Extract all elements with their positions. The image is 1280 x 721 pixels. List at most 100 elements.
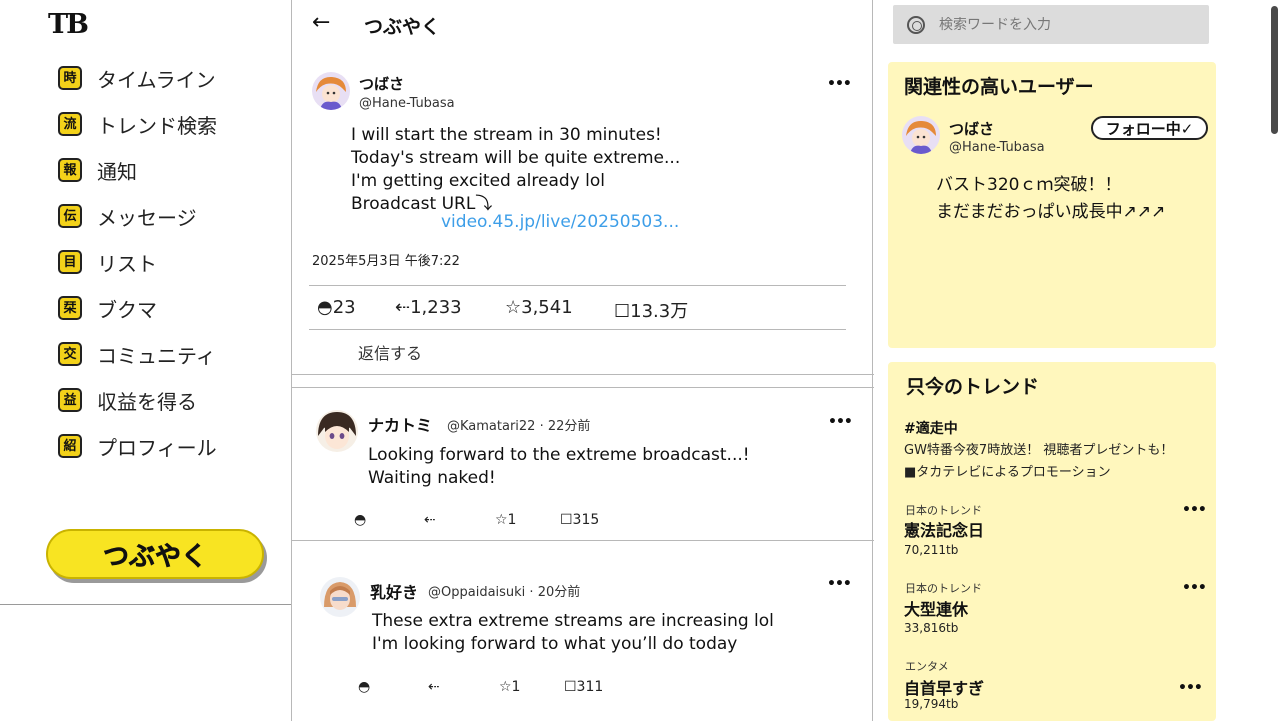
reply-author-name[interactable]: 乳好き: [370, 579, 418, 603]
trend-category: 日本のトレンド: [905, 582, 982, 595]
avatar-image: [316, 410, 358, 452]
divider: [309, 285, 846, 286]
post-text: I will start the stream in 30 minutes! T…: [351, 125, 681, 214]
reply-author-handle[interactable]: @Kamatari22 · 22分前: [447, 415, 590, 434]
reply-author-handle[interactable]: @Oppaidaisuki · 20分前: [428, 581, 580, 600]
trend-description: GW特番今夜7時放送！ 視聴者プレゼントも！: [904, 443, 1174, 458]
like-count[interactable]: ☆3,541: [505, 297, 573, 318]
view-count[interactable]: ☐315: [560, 512, 599, 528]
monetize-icon: 益: [58, 388, 82, 412]
panel-title: 関連性の高いユーザー: [904, 76, 1094, 98]
repost-icon[interactable]: ⇠: [428, 679, 440, 695]
list-icon: 目: [58, 250, 82, 274]
page-title: つぶやく: [364, 16, 441, 38]
left-sidebar: TB 時 タイムライン 流 トレンド検索 報 通知 伝 メッセージ 目 リスト …: [0, 0, 291, 721]
more-options-icon[interactable]: •••: [828, 414, 853, 430]
sidebar-item-label: コミュニティ: [97, 343, 216, 368]
divider: [292, 540, 874, 541]
like-count[interactable]: ☆1: [495, 512, 516, 528]
sidebar-item-label: 通知: [97, 159, 137, 184]
reply-prompt[interactable]: 返信する: [358, 340, 422, 364]
scrollbar-thumb[interactable]: [1271, 6, 1278, 134]
repost-count[interactable]: ⇠1,233: [395, 297, 462, 318]
more-options-icon[interactable]: •••: [1178, 680, 1203, 696]
more-options-icon[interactable]: •••: [827, 76, 852, 92]
sidebar-item-trend-search[interactable]: 流 トレンド検索: [58, 109, 217, 139]
main-column: ← つぶやく つばさ @Hane-Tubasa ••• I will start…: [291, 0, 874, 721]
community-icon: 交: [58, 342, 82, 366]
sidebar-item-timeline[interactable]: 時 タイムライン: [58, 63, 216, 93]
trend-name: 憲法記念日: [904, 521, 985, 540]
sidebar-item-label: ブクマ: [97, 297, 157, 322]
sidebar-item-label: タイムライン: [97, 67, 216, 92]
search-input[interactable]: [939, 16, 1189, 33]
sidebar-item-lists[interactable]: 目 リスト: [58, 247, 157, 277]
promotion-label: ■タカテレビによるプロモーション: [904, 465, 1111, 480]
divider: [292, 387, 874, 388]
sidebar-item-label: メッセージ: [97, 205, 197, 230]
panel-title: 只今のトレンド: [906, 376, 1040, 398]
related-user-name[interactable]: つばさ: [949, 118, 994, 139]
more-options-icon[interactable]: •••: [1182, 502, 1207, 518]
timeline-icon: 時: [58, 66, 82, 90]
author-name[interactable]: つばさ: [359, 73, 404, 94]
notification-icon: 報: [58, 158, 82, 182]
avatar-image: [902, 116, 940, 154]
reply-author-name[interactable]: ナカトミ: [368, 412, 432, 436]
view-count[interactable]: ☐311: [564, 679, 603, 695]
message-icon: 伝: [58, 204, 82, 228]
sidebar-item-messages[interactable]: 伝 メッセージ: [58, 201, 197, 231]
related-users-panel: 関連性の高いユーザー つばさ @Hane-Tubasa フォロー中✓ バスト32…: [888, 62, 1216, 348]
trends-panel: 只今のトレンド #適走中 GW特番今夜7時放送！ 視聴者プレゼントも！ ■タカテ…: [888, 362, 1216, 721]
following-button[interactable]: フォロー中✓: [1091, 116, 1208, 140]
view-count[interactable]: ☐13.3万: [614, 297, 688, 323]
trend-icon: 流: [58, 112, 82, 136]
trend-name: 大型連休: [904, 600, 969, 619]
more-options-icon[interactable]: •••: [1182, 580, 1207, 596]
trend-category: 日本のトレンド: [905, 504, 982, 517]
like-count[interactable]: ☆1: [499, 679, 520, 695]
sidebar-divider: [0, 604, 291, 605]
app-logo[interactable]: TB: [48, 9, 89, 40]
avatar[interactable]: [312, 72, 350, 110]
trend-count: 33,816tb: [904, 621, 959, 635]
trend-name: 自首早すぎ: [904, 679, 985, 698]
stream-link[interactable]: video.45.jp/live/20250503...: [441, 212, 679, 232]
post-timestamp: 2025年5月3日 午後7:22: [312, 254, 460, 269]
sidebar-item-notifications[interactable]: 報 通知: [58, 155, 137, 185]
avatar[interactable]: [902, 116, 940, 154]
related-user-bio: バスト320ｃｍ突破！！ まだまだおっぱい成長中↗↗↗: [936, 175, 1166, 222]
trend-category: エンタメ: [905, 660, 949, 673]
trend-count: 19,794tb: [904, 697, 959, 711]
reply-text: Looking forward to the extreme broadcast…: [368, 445, 750, 488]
divider: [309, 329, 846, 330]
sidebar-item-bookmarks[interactable]: 栞 ブクマ: [58, 293, 157, 323]
reply-icon[interactable]: ◓: [354, 512, 366, 528]
sidebar-item-label: トレンド検索: [97, 113, 217, 138]
profile-icon: 紹: [58, 434, 82, 458]
sidebar-item-label: リスト: [97, 251, 157, 276]
repost-icon[interactable]: ⇠: [424, 512, 436, 528]
search-icon: [907, 15, 925, 34]
search-box[interactable]: [893, 5, 1209, 44]
sidebar-item-label: 収益を得る: [97, 389, 197, 414]
author-handle[interactable]: @Hane-Tubasa: [359, 96, 455, 111]
avatar[interactable]: [316, 410, 358, 452]
trend-tag: #適走中: [904, 421, 958, 437]
sidebar-item-profile[interactable]: 紹 プロフィール: [58, 431, 217, 461]
avatar-image: [320, 577, 360, 617]
post-button[interactable]: つぶやく: [46, 529, 264, 579]
reply-count[interactable]: ◓23: [317, 297, 356, 318]
more-options-icon[interactable]: •••: [827, 576, 852, 592]
reply-text: These extra extreme streams are increasi…: [372, 611, 774, 654]
back-arrow-icon[interactable]: ←: [312, 10, 330, 35]
divider: [292, 374, 874, 375]
sidebar-item-community[interactable]: 交 コミュニティ: [58, 339, 216, 369]
avatar[interactable]: [320, 577, 360, 617]
related-user-handle[interactable]: @Hane-Tubasa: [949, 140, 1045, 155]
sidebar-item-monetize[interactable]: 益 収益を得る: [58, 385, 197, 415]
reply-icon[interactable]: ◓: [358, 679, 370, 695]
bookmark-icon: 栞: [58, 296, 82, 320]
trend-count: 70,211tb: [904, 543, 959, 557]
sidebar-item-label: プロフィール: [97, 435, 217, 460]
